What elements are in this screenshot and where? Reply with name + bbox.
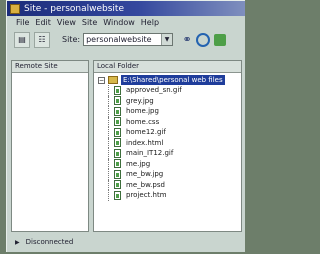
file-name: grey.jpg xyxy=(126,96,154,105)
site-panes: Remote Site Local Folder − E:\Shared\per… xyxy=(11,60,242,232)
file-icon xyxy=(114,138,121,148)
file-list: approved_sn.gif grey.jpg home.jpg home.c… xyxy=(94,85,241,201)
file-icon xyxy=(114,96,121,106)
file-icon xyxy=(114,148,121,158)
list-item[interactable]: approved_sn.gif xyxy=(94,85,241,96)
list-item[interactable]: main_IT12.gif xyxy=(94,148,241,159)
connect-icon[interactable]: ⚭ xyxy=(180,33,194,47)
local-folder-header[interactable]: Local Folder xyxy=(94,61,241,73)
status-text: Disconnected xyxy=(25,238,74,246)
list-item[interactable]: grey.jpg xyxy=(94,95,241,107)
file-name: approved_sn.gif xyxy=(126,86,182,95)
site-window: Site - personalwebsite File Edit View Si… xyxy=(6,0,245,252)
file-name: main_IT12.gif xyxy=(126,149,174,158)
toolbar: ▤ ☷ Site: personalwebsite ▼ ⚭ xyxy=(7,29,245,50)
file-icon xyxy=(114,159,121,169)
status-expand-icon[interactable]: ▶ xyxy=(15,239,20,246)
file-name: home.css xyxy=(126,117,160,126)
remote-site-header[interactable]: Remote Site xyxy=(12,61,88,73)
menu-file[interactable]: File xyxy=(16,18,29,27)
status-bar: ▶ Disconnected xyxy=(11,235,73,249)
site-select-value: personalwebsite xyxy=(86,35,152,44)
menu-window[interactable]: Window xyxy=(103,18,135,27)
file-icon xyxy=(114,190,121,200)
list-item[interactable]: me_bw.jpg xyxy=(94,169,241,180)
file-icon xyxy=(114,180,121,190)
local-root-row[interactable]: − E:\Shared\personal web files xyxy=(94,75,241,85)
get-files-icon[interactable] xyxy=(214,33,227,46)
local-folder-pane[interactable]: Local Folder − E:\Shared\personal web fi… xyxy=(93,60,242,232)
file-icon xyxy=(114,85,121,95)
remote-site-pane[interactable]: Remote Site xyxy=(11,60,89,232)
list-item[interactable]: home12.gif xyxy=(94,127,241,138)
local-root-label: E:\Shared\personal web files xyxy=(121,75,225,85)
site-map-icon: ☷ xyxy=(38,35,46,44)
menu-bar: File Edit View Site Window Help xyxy=(7,16,245,29)
window-title: Site - personalwebsite xyxy=(24,3,124,14)
refresh-icon[interactable] xyxy=(196,32,211,47)
site-map-button[interactable]: ☷ xyxy=(34,31,50,48)
file-icon xyxy=(114,127,121,137)
file-name: home.jpg xyxy=(126,107,159,116)
menu-view[interactable]: View xyxy=(57,18,76,27)
collapse-icon[interactable]: − xyxy=(98,76,105,84)
file-name: me.jpg xyxy=(126,159,151,168)
site-select[interactable]: personalwebsite ▼ xyxy=(83,33,174,46)
file-name: me_bw.jpg xyxy=(126,170,164,179)
file-icon xyxy=(114,169,121,179)
site-files-button[interactable]: ▤ xyxy=(14,31,30,48)
list-item[interactable]: index.html xyxy=(94,137,241,149)
site-files-icon: ▤ xyxy=(18,35,26,44)
app-icon xyxy=(10,3,20,14)
menu-edit[interactable]: Edit xyxy=(35,18,51,27)
title-bar[interactable]: Site - personalwebsite xyxy=(7,1,245,16)
file-name: home12.gif xyxy=(126,128,166,137)
folder-icon xyxy=(108,76,118,84)
list-item[interactable]: home.jpg xyxy=(94,106,241,117)
menu-help[interactable]: Help xyxy=(141,18,159,27)
file-icon xyxy=(114,117,121,127)
site-label: Site: xyxy=(62,35,81,44)
menu-site[interactable]: Site xyxy=(82,18,97,27)
file-name: index.html xyxy=(126,138,164,147)
list-item[interactable]: project.htm xyxy=(94,190,241,201)
chevron-down-icon: ▼ xyxy=(161,34,173,45)
file-icon xyxy=(114,106,121,116)
file-name: project.htm xyxy=(126,191,167,200)
list-item[interactable]: me_bw.psd xyxy=(94,179,241,191)
file-name: me_bw.psd xyxy=(126,180,165,189)
list-item[interactable]: me.jpg xyxy=(94,158,241,170)
list-item[interactable]: home.css xyxy=(94,116,241,128)
